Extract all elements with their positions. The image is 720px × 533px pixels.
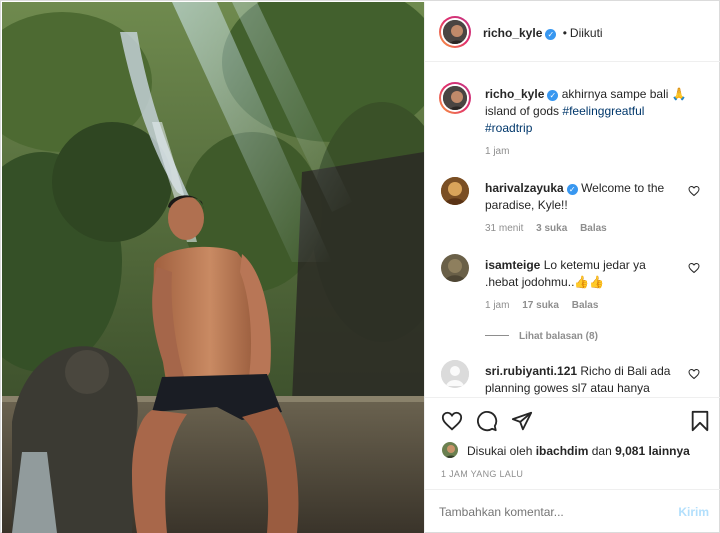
comment-username[interactable]: harivalzayuka [485, 181, 564, 195]
hashtag-link[interactable]: #feelinggreatful [562, 104, 644, 118]
comment-username[interactable]: sri.rubiyanti.121 [485, 364, 577, 378]
post-header: richo_kyle ✓ • Diikuti [425, 2, 720, 62]
author-username[interactable]: richo_kyle [483, 26, 542, 40]
comment-text: planning gowes sl7 atau hanya [485, 381, 650, 395]
post-comment-button[interactable]: Kirim [678, 505, 709, 519]
liker-avatar[interactable] [441, 441, 459, 459]
liker-username[interactable]: ibachdim [536, 444, 589, 458]
comment-likes[interactable]: 3 suka [536, 223, 567, 234]
post-photo[interactable] [2, 2, 424, 533]
caption-username[interactable]: richo_kyle [485, 87, 544, 101]
likes-summary: Disukai oleh ibachdim dan 9,081 lainnya [467, 444, 690, 458]
comment-text: Welcome to the [581, 181, 665, 195]
comment-username[interactable]: isamteige [485, 258, 540, 272]
comment-meta: 31 menit 3 suka Balas [485, 223, 607, 234]
post-actions: Disukai oleh ibachdim dan 9,081 lainnya … [425, 397, 720, 487]
comment-input[interactable] [439, 500, 659, 524]
comment-like-heart-icon[interactable] [688, 262, 700, 274]
post-details-panel: richo_kyle ✓ • Diikuti richo_kyle ✓ akhirny… [424, 2, 720, 533]
add-comment-bar: Kirim [425, 489, 720, 533]
caption-time[interactable]: 1 jam [485, 146, 509, 157]
comment-item: sri.rubiyanti.121 Richo di Bali ada plan… [485, 363, 700, 395]
default-user-icon [441, 360, 469, 388]
comment-item: harivalzayuka ✓ Welcome to the paradise, … [485, 180, 700, 214]
comment-icon[interactable] [476, 410, 498, 432]
photo-scene [2, 2, 424, 533]
verified-badge-icon: ✓ [547, 90, 559, 101]
view-replies-line [485, 335, 509, 337]
post-timestamp[interactable]: 1 JAM YANG LALU [441, 469, 523, 479]
comment-avatar-default[interactable] [441, 360, 469, 388]
like-heart-icon[interactable] [441, 410, 463, 432]
post-dialog: richo_kyle ✓ • Diikuti richo_kyle ✓ akhirny… [0, 0, 720, 533]
author-avatar-image [443, 20, 467, 44]
separator-dot: • [562, 26, 567, 40]
liker-avatar-image [442, 442, 458, 458]
comment-time[interactable]: 1 jam [485, 300, 509, 311]
view-replies-button[interactable]: Lihat balasan (8) [485, 328, 598, 342]
comment-avatar[interactable] [441, 177, 469, 205]
verified-badge-icon: ✓ [545, 29, 557, 40]
comment-like-heart-icon[interactable] [688, 368, 700, 380]
comment-avatar[interactable] [441, 254, 469, 282]
comment-item: isamteige Lo ketemu jedar ya .hebat jodo… [485, 257, 700, 291]
caption: richo_kyle ✓ akhirnya sampe bali 🙏 island… [485, 86, 705, 137]
likes-prefix: Disukai oleh [467, 444, 533, 458]
verified-badge-icon: ✓ [566, 184, 578, 195]
reply-button[interactable]: Balas [572, 300, 599, 311]
comment-meta: 1 jam 17 suka Balas [485, 300, 598, 311]
hashtag-link[interactable]: #roadtrip [485, 121, 532, 135]
comment-likes[interactable]: 17 suka [522, 300, 559, 311]
follow-status-button[interactable]: Diikuti [570, 26, 603, 40]
share-icon[interactable] [511, 410, 533, 432]
likes-others-link[interactable]: 9,081 lainnya [615, 444, 690, 458]
comment-text: Richo di Bali ada [580, 364, 671, 378]
comment-like-heart-icon[interactable] [688, 185, 700, 197]
reply-button[interactable]: Balas [580, 223, 607, 234]
comment-avatar-image [441, 177, 469, 205]
comment-time[interactable]: 31 menit [485, 223, 523, 234]
comment-text: Lo ketemu jedar ya [543, 258, 646, 272]
comment-avatar-image [441, 254, 469, 282]
caption-avatar[interactable] [439, 82, 471, 114]
caption-line2: island of gods [485, 104, 560, 118]
likes-conj: dan [591, 444, 612, 458]
caption-avatar-image [443, 86, 467, 110]
comment-text: paradise, Kyle!! [485, 198, 568, 212]
view-replies-label: Lihat balasan (8) [519, 331, 598, 342]
caption-text: akhirnya sampe bali 🙏 [561, 87, 687, 101]
author-avatar[interactable] [439, 16, 471, 48]
save-bookmark-icon[interactable] [690, 410, 710, 432]
comment-text: .hebat jodohmu..👍👍 [485, 275, 605, 289]
